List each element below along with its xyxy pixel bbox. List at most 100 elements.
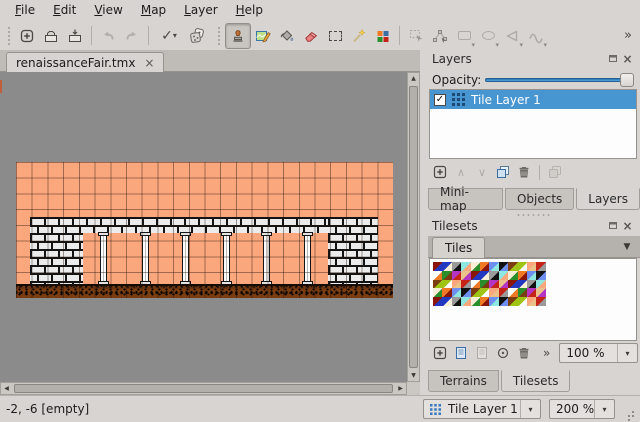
opacity-slider-handle[interactable] [620, 73, 634, 87]
bucket-fill-button[interactable] [275, 24, 299, 48]
tileset-tile[interactable] [526, 288, 537, 298]
tileset-tile[interactable] [479, 297, 490, 306]
tileset-tile[interactable] [479, 279, 490, 289]
export-tileset-button[interactable] [472, 343, 492, 363]
tileset-zoom-combo[interactable]: 100 % ▾ [559, 343, 638, 363]
tileset-tile[interactable] [433, 270, 443, 280]
horizontal-scroll-thumb[interactable] [14, 384, 393, 393]
tileset-tile[interactable] [526, 270, 537, 280]
open-button[interactable] [39, 24, 63, 48]
tileset-tile[interactable] [508, 288, 518, 298]
tileset-tile[interactable] [517, 279, 527, 289]
tileset-tile[interactable] [461, 288, 471, 298]
layer-visibility-checkbox[interactable]: ✓ [434, 93, 446, 106]
toolbar-drag-handle[interactable] [7, 25, 12, 46]
map-zoom-combo[interactable]: 200 % ▾ [549, 399, 615, 419]
new-tileset-button[interactable] [430, 343, 450, 363]
tileset-tile[interactable] [433, 288, 443, 298]
tab-tilesets[interactable]: Tilesets [500, 370, 571, 392]
insert-polyline-button[interactable] [524, 24, 548, 49]
random-mode-button[interactable] [185, 24, 209, 48]
run-command-button[interactable]: ✓ ▾ [153, 24, 185, 48]
horizontal-scrollbar[interactable]: ◀ ▶ [0, 382, 407, 395]
tileset-tile[interactable] [517, 270, 527, 280]
tileset-tile[interactable] [470, 279, 480, 289]
window-resize-grip[interactable] [623, 406, 636, 419]
tileset-tile[interactable] [442, 279, 452, 289]
layer-row[interactable]: ✓ Tile Layer 1 [430, 90, 636, 109]
tileset-tile[interactable] [517, 297, 527, 306]
tileset-tile[interactable] [461, 297, 471, 306]
tileset-tile[interactable] [451, 279, 462, 289]
select-objects-button[interactable] [404, 24, 428, 48]
tileset-tile[interactable] [517, 288, 527, 298]
tab-terrains[interactable]: Terrains [428, 370, 499, 392]
combo-dropdown-icon[interactable]: ▾ [617, 344, 637, 362]
lower-layer-button[interactable]: ∨ [472, 162, 492, 182]
tileset-tile[interactable] [536, 288, 546, 298]
tileset-tile[interactable] [470, 262, 480, 271]
tileset-tile[interactable] [489, 279, 499, 289]
tileset-properties-button[interactable] [493, 343, 513, 363]
tileset-tile[interactable] [451, 297, 462, 306]
tileset-tile[interactable] [442, 270, 452, 280]
tileset-tile[interactable] [451, 262, 462, 271]
tileset-tile[interactable] [489, 297, 499, 306]
toolbar-drag-handle[interactable] [217, 25, 222, 46]
tab-objects[interactable]: Objects [504, 188, 575, 210]
tileset-tab-tiles[interactable]: Tiles [432, 237, 486, 258]
dock-splitter[interactable] [420, 50, 428, 395]
tileset-tile[interactable] [489, 288, 499, 298]
magic-wand-button[interactable] [347, 24, 371, 48]
scroll-left-arrow[interactable]: ◀ [1, 383, 12, 394]
tileset-tile[interactable] [461, 270, 471, 280]
tileset-tile[interactable] [479, 262, 490, 271]
select-same-tile-button[interactable] [371, 24, 395, 48]
opacity-slider-track[interactable] [485, 78, 634, 82]
terrain-brush-button[interactable] [251, 24, 275, 48]
tileset-tile[interactable] [526, 297, 537, 306]
duplicate-layer-button[interactable] [493, 162, 513, 182]
eraser-button[interactable] [299, 24, 323, 48]
save-button[interactable] [63, 24, 87, 48]
remove-tileset-button[interactable] [514, 343, 534, 363]
menu-layer[interactable]: Layer [175, 1, 226, 20]
rectangular-select-button[interactable] [323, 24, 347, 48]
tile-map[interactable] [16, 162, 393, 298]
tileset-tile[interactable] [526, 262, 537, 271]
menu-map[interactable]: Map [132, 1, 175, 20]
vertical-scroll-thumb[interactable] [409, 86, 418, 368]
highlight-layer-button[interactable] [545, 162, 565, 182]
tileset-tile[interactable] [498, 297, 509, 306]
tileset-tile[interactable] [470, 288, 480, 298]
tab-close-icon[interactable]: × [144, 57, 154, 69]
tileset-tile[interactable] [498, 262, 509, 271]
raise-layer-button[interactable]: ∧ [451, 162, 471, 182]
menu-file[interactable]: File [6, 1, 44, 20]
tileset-grid[interactable] [433, 262, 546, 306]
tileset-tile[interactable] [433, 297, 443, 306]
tileset-tile[interactable] [536, 279, 546, 289]
edit-polygons-button[interactable] [428, 24, 452, 48]
redo-button[interactable] [120, 24, 144, 48]
close-panel-button[interactable]: × [622, 220, 633, 232]
stamp-brush-button[interactable] [225, 22, 251, 49]
tileset-tile[interactable] [498, 270, 509, 280]
tileset-tile[interactable] [451, 288, 462, 298]
tileset-tile[interactable] [479, 270, 490, 280]
menu-view[interactable]: View [85, 1, 131, 20]
tileset-tile[interactable] [433, 279, 443, 289]
scroll-up-arrow[interactable]: ▲ [408, 73, 419, 84]
tileset-tile[interactable] [489, 270, 499, 280]
tileset-tile[interactable] [442, 288, 452, 298]
close-panel-button[interactable]: × [622, 53, 633, 65]
document-tab[interactable]: renaissanceFair.tmx × [6, 52, 165, 72]
current-layer-combo[interactable]: Tile Layer 1 ▾ [423, 399, 541, 419]
tileset-view[interactable] [429, 258, 637, 341]
insert-polygon-button[interactable] [500, 24, 524, 49]
tileset-tile[interactable] [479, 288, 490, 298]
tileset-tile[interactable] [536, 297, 546, 306]
new-map-button[interactable] [15, 24, 39, 48]
scroll-down-arrow[interactable]: ▼ [408, 370, 419, 381]
tileset-tile[interactable] [498, 288, 509, 298]
